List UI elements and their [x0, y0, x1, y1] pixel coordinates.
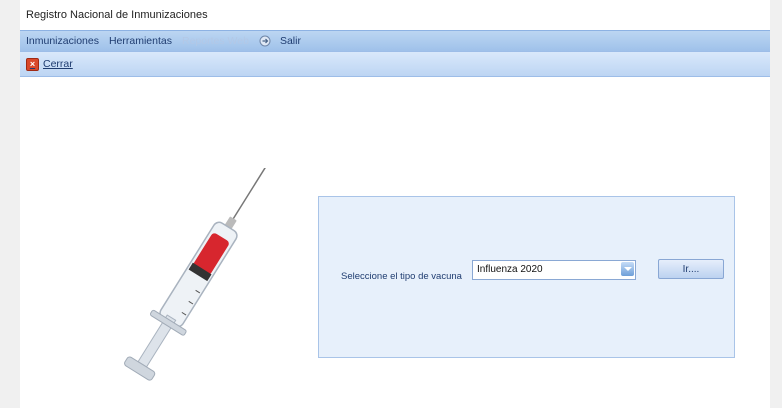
cerrar-label: Cerrar: [43, 58, 73, 70]
menu-reportes-web: Reportes Web: [182, 35, 249, 47]
go-button[interactable]: Ir....: [658, 259, 724, 279]
close-icon: ×: [26, 57, 39, 71]
exit-icon: [259, 35, 271, 47]
toolbar: × Cerrar: [20, 51, 770, 77]
chevron-down-icon[interactable]: [621, 262, 634, 276]
main-content: Seleccione el tipo de vacuna Influenza 2…: [20, 78, 770, 408]
menu-salir-label: Salir: [279, 35, 301, 47]
title-bar: Registro Nacional de Inmunizaciones: [20, 0, 770, 30]
vaccine-prompt-label: Seleccione el tipo de vacuna: [341, 271, 462, 282]
menu-inmunizaciones[interactable]: Inmunizaciones: [26, 35, 99, 47]
window-title: Registro Nacional de Inmunizaciones: [26, 9, 208, 21]
vaccine-selected-value: Influenza 2020: [477, 264, 543, 275]
syringe-icon: [124, 168, 271, 381]
app-window: Registro Nacional de Inmunizaciones Inmu…: [20, 0, 770, 408]
cerrar-button[interactable]: × Cerrar: [26, 57, 73, 71]
menu-salir[interactable]: Salir: [259, 35, 305, 47]
menu-herramientas[interactable]: Herramientas: [109, 35, 172, 47]
vaccine-type-select[interactable]: Influenza 2020: [472, 260, 636, 280]
menu-bar: Inmunizaciones Herramientas Reportes Web…: [20, 30, 770, 51]
vaccine-selection-panel: Seleccione el tipo de vacuna Influenza 2…: [318, 196, 735, 358]
